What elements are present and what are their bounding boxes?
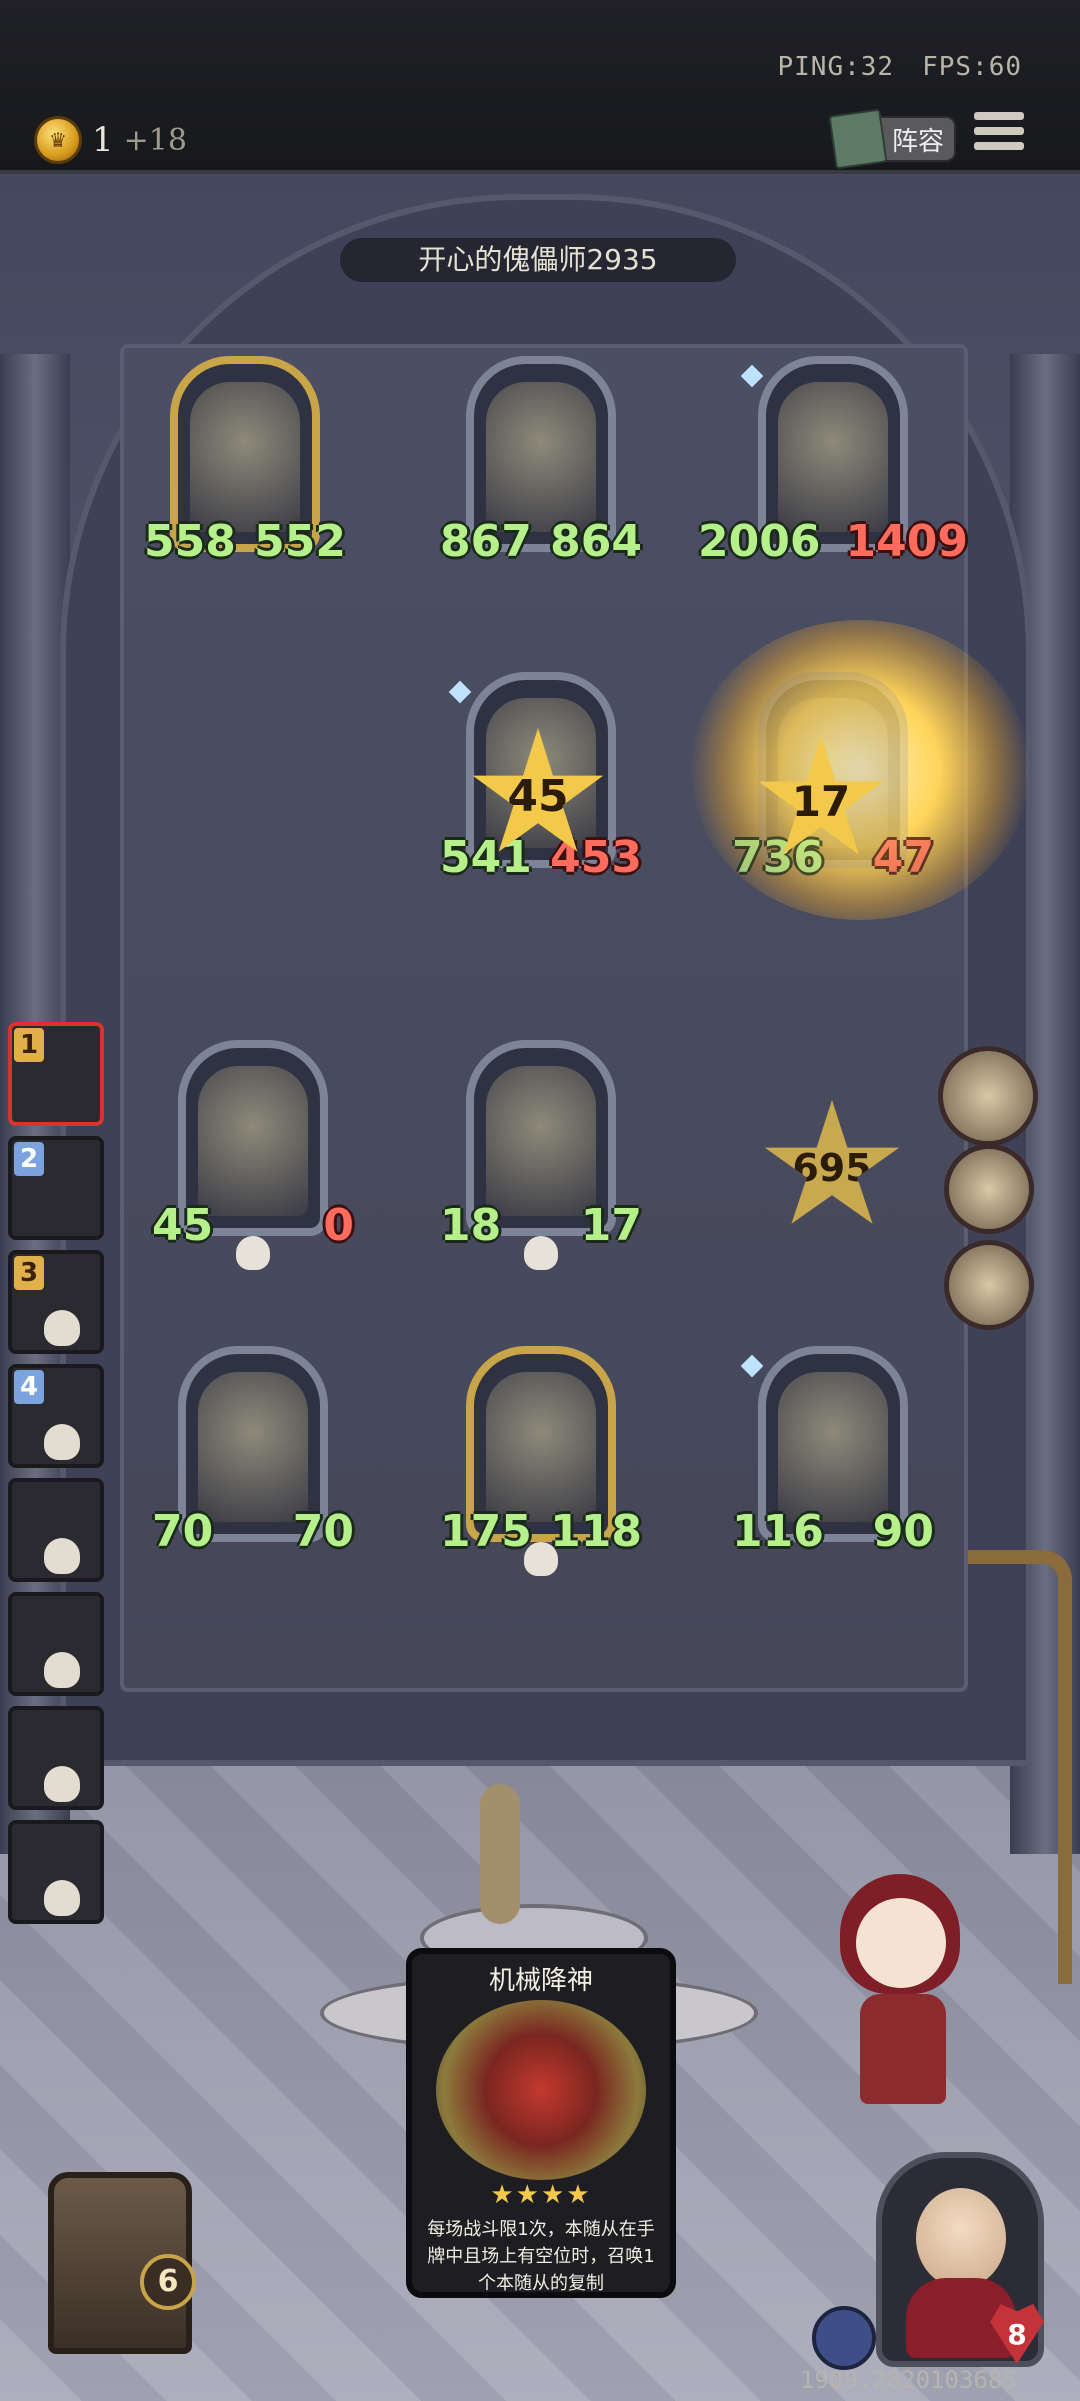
queue-item[interactable]: [8, 1478, 104, 1582]
performance-readout: PING:32 FPS:60: [750, 52, 1023, 82]
card-title: 机械降神: [488, 1966, 593, 1996]
hand-card[interactable]: 机械降神 ★★★★ 每场战斗限1次，本随从在手牌中且场上有空位时，召唤1个本随从…: [406, 1948, 676, 2298]
minion-health: 17: [580, 1200, 642, 1251]
enemy-minion-3[interactable]: 2006 1409: [698, 356, 968, 576]
minion-portrait: [486, 1372, 596, 1522]
opponent-queue: 1 2 3 4: [0, 1022, 110, 1934]
deathrattle-skull-icon: [524, 1542, 558, 1576]
enemy-minion-2[interactable]: 867 864: [440, 356, 642, 576]
queue-item[interactable]: 4: [8, 1364, 104, 1468]
queue-rank: 2: [14, 1142, 44, 1176]
minion-attack: 558: [144, 516, 236, 567]
minion-attack: 736: [732, 832, 824, 883]
queue-item[interactable]: [8, 1592, 104, 1696]
gold-display: ♛ 1 +18: [34, 116, 187, 164]
queue-item[interactable]: 3: [8, 1250, 104, 1354]
card-description: 每场战斗限1次，本随从在手牌中且场上有空位时，召唤1个本随从的复制: [427, 2219, 655, 2294]
minion-attack: 541: [440, 832, 532, 883]
minion-attack: 867: [440, 516, 532, 567]
minion-portrait: [778, 1372, 888, 1522]
minion-portrait: [198, 1372, 308, 1522]
minion-portrait: [486, 1066, 596, 1216]
side-effect-orb[interactable]: [944, 1144, 1034, 1234]
gold-bonus: +18: [123, 122, 187, 158]
minion-health: 90: [872, 1506, 934, 1557]
eliminated-skull-icon: [44, 1424, 80, 1460]
opponent-name: 开心的傀儡师2935: [340, 238, 736, 282]
top-bar: PING:32 FPS:60 ♛ 1 +18 阵容: [0, 0, 1080, 174]
tavern-button[interactable]: 6: [14, 2162, 214, 2377]
armor-shield-icon: [812, 2306, 876, 2370]
queue-item[interactable]: [8, 1706, 104, 1810]
friendly-minion-4[interactable]: 175 118: [440, 1346, 642, 1576]
minion-attack: 175: [440, 1506, 532, 1557]
lineup-label: 阵容: [891, 126, 944, 157]
eliminated-skull-icon: [44, 1652, 80, 1688]
minion-health: 47: [872, 832, 934, 883]
minion-attack: 18: [440, 1200, 502, 1251]
minion-attack: 70: [152, 1506, 214, 1557]
menu-button[interactable]: [974, 112, 1024, 158]
menu-icon: [974, 112, 1024, 120]
card-art: [436, 2000, 646, 2180]
deathrattle-skull-icon: [524, 1236, 558, 1270]
minion-health: 864: [550, 516, 642, 567]
lineup-button[interactable]: 阵容: [828, 108, 956, 170]
minion-attack: 116: [732, 1506, 824, 1557]
minion-attack: 2006: [698, 516, 821, 567]
hero-face: [916, 2188, 1006, 2288]
fps-text: FPS:60: [922, 52, 1022, 82]
deathrattle-skull-icon: [236, 1236, 270, 1270]
coin-icon: ♛: [34, 116, 82, 164]
queue-rank: 1: [14, 1028, 44, 1062]
minion-portrait: [198, 1066, 308, 1216]
enemy-minion-1[interactable]: 558 552: [144, 356, 346, 576]
eliminated-skull-icon: [44, 1310, 80, 1346]
minion-portrait: [190, 382, 300, 532]
queue-rank: 4: [14, 1370, 44, 1404]
player-character: [820, 1874, 980, 2144]
minion-portrait: [486, 382, 596, 532]
gold-count: 1: [92, 120, 114, 160]
eliminated-skull-icon: [44, 1766, 80, 1802]
ballerina-figure: [480, 1784, 520, 1924]
minion-health: 0: [323, 1200, 354, 1251]
eliminated-skull-icon: [44, 1538, 80, 1574]
minion-health: 70: [292, 1506, 354, 1557]
minion-health: 552: [254, 516, 346, 567]
friendly-minion-2[interactable]: 18 17: [440, 1040, 642, 1270]
minion-health: 118: [550, 1506, 642, 1557]
card-stars: ★★★★: [490, 2180, 592, 2210]
side-effect-orb[interactable]: [938, 1046, 1038, 1146]
coordinate-readout: 1909.2820103685: [800, 2366, 1017, 2394]
friendly-minion-3[interactable]: 70 70: [152, 1346, 354, 1566]
ping-text: PING:32: [777, 52, 895, 82]
tavern-level: 6: [140, 2254, 196, 2310]
minion-attack: 45: [152, 1200, 214, 1251]
friendly-minion-1[interactable]: 45 0: [152, 1040, 354, 1270]
book-icon: [828, 108, 888, 170]
queue-item[interactable]: 1: [8, 1022, 104, 1126]
side-effect-orb[interactable]: [944, 1240, 1034, 1330]
friendly-minion-5[interactable]: 116 90: [732, 1346, 934, 1566]
queue-rank: 3: [14, 1256, 44, 1290]
eliminated-skull-icon: [44, 1880, 80, 1916]
queue-item[interactable]: 2: [8, 1136, 104, 1240]
minion-health: 1409: [845, 516, 968, 567]
harp-decoration: [968, 1550, 1072, 1984]
minion-portrait: [778, 382, 888, 532]
queue-item[interactable]: [8, 1820, 104, 1924]
